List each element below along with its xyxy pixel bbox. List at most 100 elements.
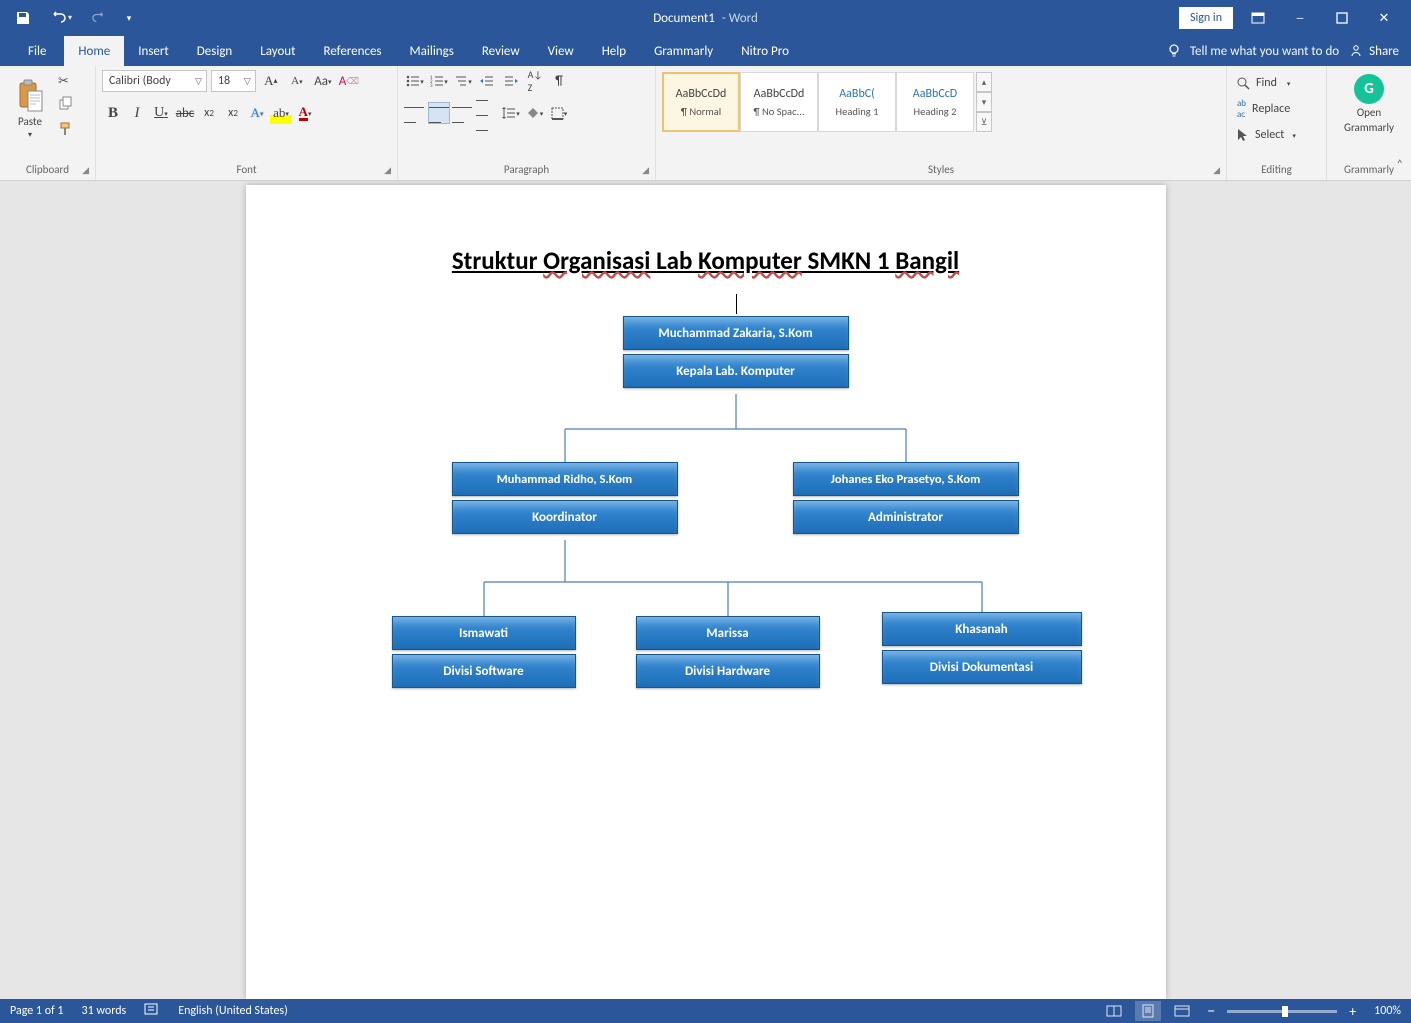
status-language[interactable]: English (United States) [178, 1004, 288, 1018]
tab-home[interactable]: Home [64, 36, 124, 66]
view-read-mode[interactable] [1101, 1001, 1127, 1021]
shrink-font-button[interactable]: A▾ [286, 70, 308, 92]
collapse-ribbon-button[interactable]: ˄ [1397, 158, 1403, 172]
tab-insert[interactable]: Insert [124, 36, 183, 66]
ribbon-display-options[interactable] [1237, 0, 1279, 36]
find-button[interactable]: Find▾ [1233, 74, 1300, 92]
open-grammarly-button[interactable]: G Open Grammarly [1333, 70, 1405, 134]
page[interactable]: Struktur Organisasi Lab Komputer SMKN 1 … [246, 185, 1166, 999]
copy-button[interactable] [58, 96, 73, 116]
strikethrough-button[interactable]: abc [174, 102, 196, 124]
status-words[interactable]: 31 words [82, 1004, 127, 1018]
style-heading2[interactable]: AaBbCcDHeading 2 [896, 72, 974, 132]
org-l2-0-role: Koordinator [452, 500, 678, 534]
italic-button[interactable]: I [126, 102, 148, 124]
numbering-button[interactable]: 123▾ [428, 70, 450, 92]
close-button[interactable]: ✕ [1363, 0, 1405, 36]
shading-button[interactable]: ▾ [524, 102, 546, 124]
org-head-name: Muchammad Zakaria, S.Kom [623, 316, 849, 350]
sort-button[interactable]: A↓Z [524, 70, 546, 92]
share-button[interactable]: Share [1349, 44, 1399, 59]
cut-button[interactable]: ✂ [58, 74, 73, 90]
styles-dialog-launcher[interactable]: ◢ [1213, 165, 1220, 176]
zoom-slider[interactable] [1227, 1010, 1337, 1013]
org-l2-1-name: Johanes Eko Prasetyo, S.Kom [793, 462, 1019, 496]
bullets-button[interactable]: ▾ [404, 70, 426, 92]
cursor-icon [1237, 128, 1249, 142]
paste-button[interactable]: Paste ▾ [6, 70, 54, 148]
org-node-head[interactable]: Muchammad Zakaria, S.Kom Kepala Lab. Kom… [623, 316, 849, 392]
font-color-button[interactable]: A▾ [294, 102, 316, 124]
tell-me-search[interactable]: Tell me what you want to do [1166, 43, 1339, 59]
document-workspace[interactable]: Struktur Organisasi Lab Komputer SMKN 1 … [0, 181, 1411, 999]
org-node-dokumentasi[interactable]: Khasanah Divisi Dokumentasi [882, 612, 1082, 688]
font-dialog-launcher[interactable]: ◢ [384, 165, 391, 176]
tab-references[interactable]: References [310, 36, 396, 66]
view-print-layout[interactable] [1135, 1001, 1161, 1021]
subscript-button[interactable]: x2 [198, 102, 220, 124]
style-normal[interactable]: AaBbCcDd¶ Normal [662, 72, 740, 132]
bold-button[interactable]: B [102, 102, 124, 124]
styles-expand[interactable]: ⊻ [976, 112, 992, 132]
font-size-combo[interactable]: 18▽ [211, 70, 256, 92]
style-gallery[interactable]: AaBbCcDd¶ Normal AaBbCcDd¶ No Spac... Aa… [662, 70, 1220, 132]
show-marks-button[interactable]: ¶ [548, 70, 570, 92]
clipboard-dialog-launcher[interactable]: ◢ [82, 165, 89, 176]
tab-layout[interactable]: Layout [246, 36, 309, 66]
view-web-layout[interactable] [1169, 1001, 1195, 1021]
org-node-software[interactable]: Ismawati Divisi Software [392, 616, 576, 692]
styles-scroll-down[interactable]: ▾ [976, 92, 992, 112]
org-l2-1-role: Administrator [793, 500, 1019, 534]
tab-mailings[interactable]: Mailings [396, 36, 468, 66]
org-node-hardware[interactable]: Marissa Divisi Hardware [636, 616, 820, 692]
change-case-button[interactable]: Aa▾ [312, 70, 334, 92]
align-center-button[interactable] [428, 102, 450, 124]
paragraph-dialog-launcher[interactable]: ◢ [642, 165, 649, 176]
select-button[interactable]: Select▾ [1233, 126, 1300, 144]
styles-scroll-up[interactable]: ▴ [976, 72, 992, 92]
org-node-administrator[interactable]: Johanes Eko Prasetyo, S.Kom Administrato… [793, 462, 1019, 538]
highlight-button[interactable]: ab▾ [270, 102, 292, 124]
text-effects-button[interactable]: A▾ [246, 102, 268, 124]
doc-name: Document1 [653, 11, 715, 26]
increase-indent-button[interactable] [500, 70, 522, 92]
superscript-button[interactable]: x2 [222, 102, 244, 124]
document-heading[interactable]: Struktur Organisasi Lab Komputer SMKN 1 … [286, 245, 1126, 276]
tab-file[interactable]: File [10, 36, 64, 66]
line-spacing-button[interactable]: ▾ [500, 102, 522, 124]
align-right-button[interactable] [452, 102, 474, 124]
justify-button[interactable] [476, 102, 498, 124]
tab-design[interactable]: Design [183, 36, 246, 66]
qat-customize[interactable]: ▾ [120, 4, 138, 32]
tab-view[interactable]: View [534, 36, 588, 66]
status-proofing-icon[interactable] [144, 1002, 160, 1020]
clear-formatting-button[interactable]: A⌫ [338, 70, 360, 92]
decrease-indent-button[interactable] [476, 70, 498, 92]
org-chart[interactable]: Muchammad Zakaria, S.Kom Kepala Lab. Kom… [286, 294, 1126, 814]
tab-help[interactable]: Help [588, 36, 640, 66]
style-no-spacing[interactable]: AaBbCcDd¶ No Spac... [740, 72, 818, 132]
replace-button[interactable]: abacReplace [1233, 96, 1300, 122]
zoom-in-button[interactable]: + [1345, 1003, 1360, 1020]
tab-nitro[interactable]: Nitro Pro [727, 36, 803, 66]
font-name-combo[interactable]: Calibri (Body▽ [102, 70, 207, 92]
tab-review[interactable]: Review [468, 36, 534, 66]
zoom-level[interactable]: 100% [1374, 1004, 1401, 1018]
borders-button[interactable]: ▾ [548, 102, 570, 124]
grow-font-button[interactable]: A▴ [260, 70, 282, 92]
multilevel-list-button[interactable]: ▾ [452, 70, 474, 92]
org-node-koordinator[interactable]: Muhammad Ridho, S.Kom Koordinator [452, 462, 678, 538]
zoom-out-button[interactable]: − [1203, 1002, 1219, 1021]
redo-button[interactable] [82, 4, 116, 32]
underline-button[interactable]: U▾ [150, 102, 172, 124]
tab-grammarly[interactable]: Grammarly [640, 36, 727, 66]
style-heading1[interactable]: AaBbC(Heading 1 [818, 72, 896, 132]
signin-button[interactable]: Sign in [1179, 7, 1233, 29]
undo-button[interactable]: ▾ [44, 4, 78, 32]
status-page[interactable]: Page 1 of 1 [10, 1004, 64, 1018]
maximize-button[interactable] [1321, 0, 1363, 36]
align-left-button[interactable] [404, 102, 426, 124]
save-button[interactable] [6, 4, 40, 32]
format-painter-button[interactable] [58, 122, 73, 142]
minimize-button[interactable]: ─ [1279, 0, 1321, 36]
